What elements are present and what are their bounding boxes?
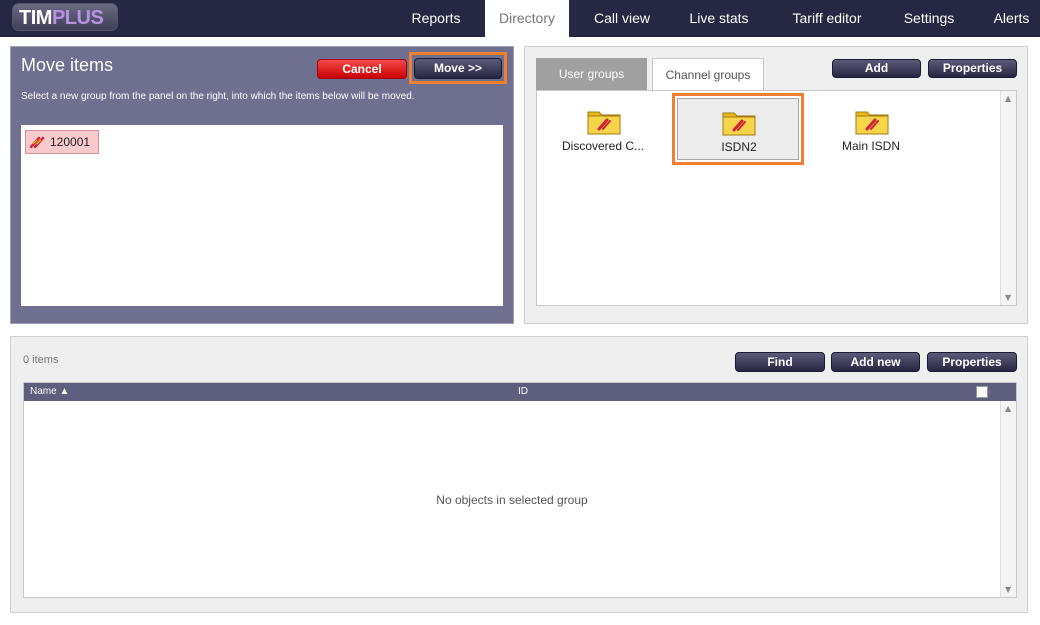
- group-items-panel: 0 items Find Add new Properties Name ▲ I…: [10, 336, 1028, 613]
- empty-state-message: No objects in selected group: [436, 493, 588, 507]
- cancel-button[interactable]: Cancel: [317, 59, 407, 79]
- items-scrollbar[interactable]: ▲ ▼: [1000, 401, 1016, 597]
- nav-directory[interactable]: Directory: [485, 0, 569, 37]
- items-count: 0 items: [23, 354, 59, 366]
- items-properties-button[interactable]: Properties: [927, 352, 1017, 372]
- column-header-id[interactable]: ID: [518, 383, 528, 401]
- timplus-logo[interactable]: TIMPLUS: [12, 3, 118, 31]
- groups-panel: User groups Channel groups Add Propertie…: [524, 46, 1028, 324]
- group-properties-button[interactable]: Properties: [928, 59, 1017, 78]
- channel-groups-view: Discovered C... ISDN2 Main ISDN ▲ ▼: [536, 90, 1017, 306]
- table-header: Name ▲ ID: [24, 383, 1016, 401]
- items-to-move-list: 120001: [21, 125, 503, 306]
- scroll-down-icon[interactable]: ▼: [1005, 585, 1011, 594]
- folder-isdn2[interactable]: ISDN2: [677, 98, 799, 160]
- move-items-panel: Move items Cancel Move >> Select a new g…: [10, 46, 514, 324]
- folder-channel-icon: [587, 111, 621, 135]
- nav-settings[interactable]: Settings: [890, 0, 968, 37]
- nav-alerts[interactable]: Alerts: [983, 0, 1040, 37]
- move-button[interactable]: Move >>: [414, 58, 502, 79]
- nav-call-view[interactable]: Call view: [580, 0, 664, 37]
- folder-label: Discovered C...: [561, 139, 645, 153]
- folder-channel-icon: [722, 112, 756, 136]
- folder-label: ISDN2: [721, 140, 757, 154]
- channel-icon: [30, 136, 45, 148]
- folder-main-isdn[interactable]: Main ISDN: [808, 95, 934, 159]
- top-navigation-bar: TIMPLUS Reports Directory Call view Live…: [0, 0, 1040, 37]
- folder-discovered-channels[interactable]: Discovered C...: [540, 95, 666, 159]
- logo-text-accent: PLUS: [51, 7, 104, 29]
- nav-reports[interactable]: Reports: [395, 0, 477, 37]
- logo-text-main: TIM: [19, 7, 52, 29]
- folder-label: Main ISDN: [841, 139, 900, 153]
- tab-user-groups[interactable]: User groups: [536, 58, 647, 91]
- move-panel-description: Select a new group from the panel on the…: [21, 91, 415, 102]
- folder-channel-icon: [855, 111, 889, 135]
- groups-scrollbar[interactable]: ▲ ▼: [1000, 91, 1016, 305]
- nav-tariff-editor[interactable]: Tariff editor: [778, 0, 876, 37]
- select-all-checkbox[interactable]: [976, 386, 988, 398]
- scroll-down-icon[interactable]: ▼: [1005, 293, 1011, 302]
- add-new-button[interactable]: Add new: [831, 352, 920, 372]
- scroll-up-icon[interactable]: ▲: [1005, 404, 1011, 413]
- move-item-chip[interactable]: 120001: [25, 130, 99, 154]
- find-button[interactable]: Find: [735, 352, 825, 372]
- move-panel-title: Move items: [21, 55, 114, 75]
- scroll-up-icon[interactable]: ▲: [1005, 94, 1011, 103]
- add-group-button[interactable]: Add: [832, 59, 921, 78]
- move-item-label: 120001: [50, 135, 91, 149]
- tab-channel-groups[interactable]: Channel groups: [652, 58, 764, 92]
- column-header-name[interactable]: Name ▲: [30, 383, 69, 401]
- items-table: Name ▲ ID No objects in selected group ▲…: [23, 382, 1017, 598]
- nav-live-stats[interactable]: Live stats: [675, 0, 763, 37]
